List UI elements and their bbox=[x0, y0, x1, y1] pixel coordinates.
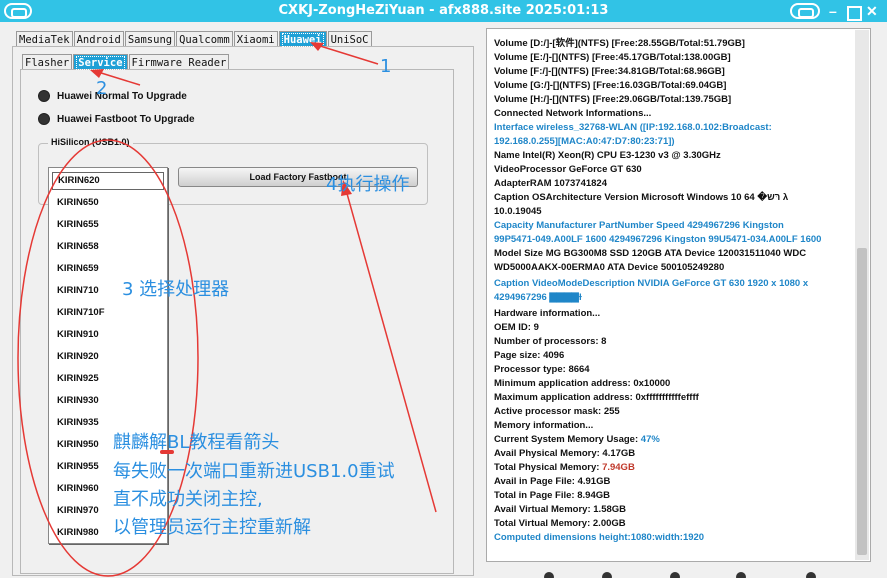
annotation-note-line-4: 以管理员运行主控重新解 bbox=[113, 517, 311, 538]
arrow-to-huawei bbox=[316, 44, 379, 65]
annotation-step-4: 4执行操作 bbox=[326, 174, 410, 195]
annotation-note-line-2: 每失败一次端口重新进USB1.0重试 bbox=[113, 461, 395, 482]
annotation-note-line-3: 直不成功关闭主控, bbox=[113, 489, 263, 510]
annotation-note-line-1: 麒麟解BL教程看箭头 bbox=[113, 432, 280, 453]
annotation-step-3: 3 选择处理器 bbox=[122, 279, 230, 300]
annotation-step-2: 2 bbox=[96, 78, 108, 99]
annotation-step-1: 1 bbox=[380, 56, 392, 77]
